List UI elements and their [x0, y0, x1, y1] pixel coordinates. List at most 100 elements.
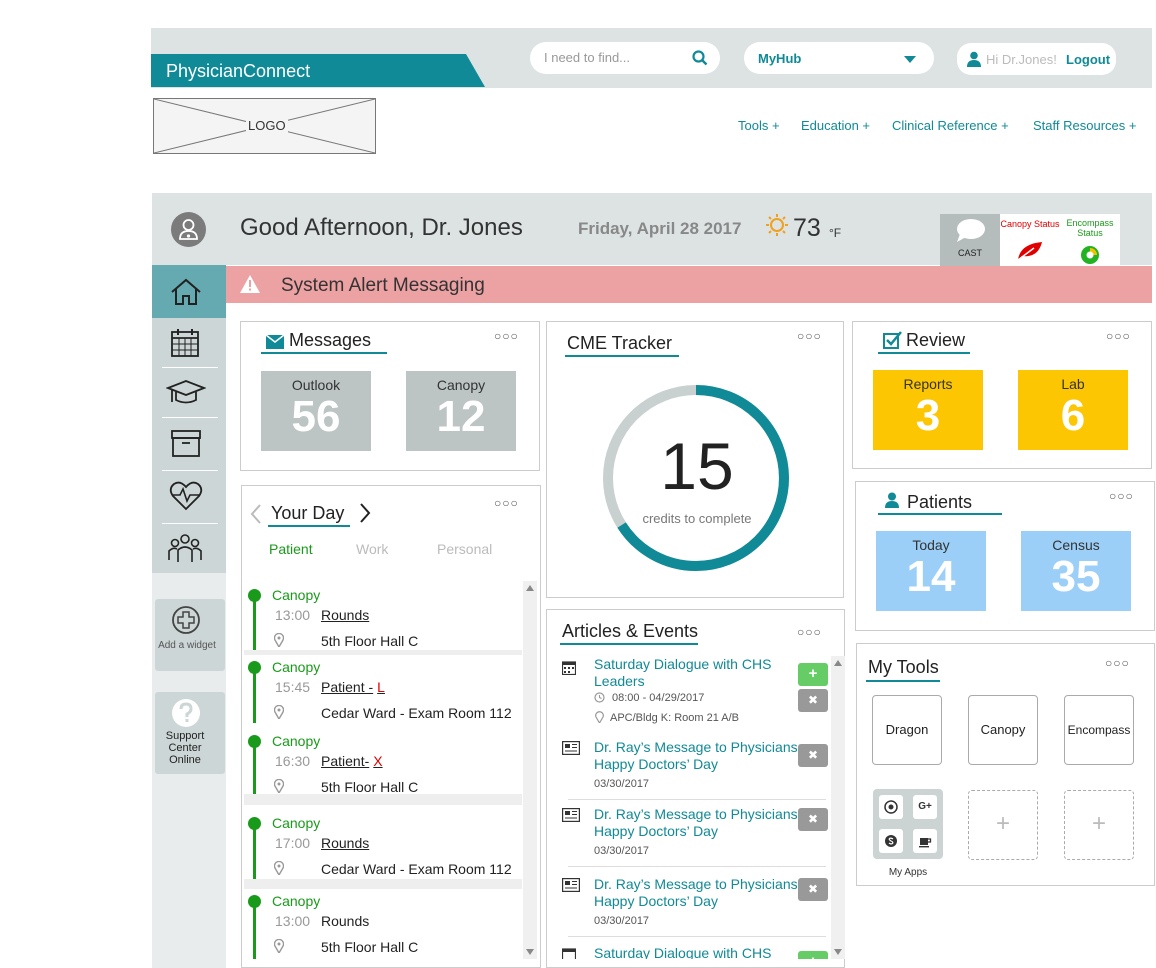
- nav-tools[interactable]: Tools +: [738, 118, 780, 133]
- chevron-left-icon[interactable]: [249, 503, 263, 525]
- calendar-icon: [171, 329, 199, 357]
- canopy-messages-tile[interactable]: Canopy 12: [406, 371, 516, 451]
- tools-menu-icon[interactable]: ○○○: [1105, 656, 1140, 670]
- list-item[interactable]: Canopy 17:00 Rounds Cedar Ward - Exam Ro…: [244, 811, 522, 889]
- envelope-icon: [266, 335, 284, 349]
- your-day-title: Your Day: [271, 503, 345, 523]
- chevron-down-icon[interactable]: [904, 56, 916, 63]
- scroll-up-icon[interactable]: [526, 585, 534, 591]
- sidebar-item-archive[interactable]: [152, 418, 226, 470]
- tool-dragon[interactable]: Dragon: [872, 695, 942, 765]
- tab-work[interactable]: Work: [356, 541, 388, 557]
- your-day-menu-icon[interactable]: ○○○: [494, 496, 1140, 510]
- list-item[interactable]: Canopy 13:00 Rounds 5th Floor Hall C: [244, 583, 522, 658]
- list-item[interactable]: Canopy 16:30 Patient- X 5th Floor Hall C: [244, 729, 522, 805]
- tool-canopy[interactable]: Canopy: [968, 695, 1038, 765]
- archive-icon: [171, 430, 201, 457]
- remove-button[interactable]: ✖: [798, 744, 828, 767]
- articles-scrollbar[interactable]: [831, 656, 845, 959]
- logout-link[interactable]: Logout: [1066, 52, 1110, 67]
- review-menu-icon[interactable]: ○○○: [1106, 329, 1140, 343]
- google-plus-icon[interactable]: G+: [913, 795, 937, 819]
- add-button[interactable]: +: [798, 663, 828, 686]
- list-item[interactable]: Canopy 15:45 Patient -L Cedar Ward - Exa…: [244, 655, 522, 732]
- avatar[interactable]: [171, 212, 206, 247]
- add-widget-button[interactable]: Add a widget: [155, 599, 225, 671]
- list-item[interactable]: Dr. Ray’s Message to Physicians: Happy D…: [560, 739, 830, 800]
- search-placeholder: I need to find...: [544, 50, 631, 65]
- sidebar-item-education[interactable]: [152, 368, 226, 418]
- add-button[interactable]: +: [798, 951, 828, 959]
- doctor-icon: [179, 219, 198, 240]
- lab-tile[interactable]: Lab 6: [1018, 370, 1128, 450]
- list-item[interactable]: Dr. Ray’s Message to Physicians: Happy D…: [560, 806, 830, 867]
- event-title[interactable]: Patient- X: [321, 753, 383, 769]
- messages-title: Messages: [289, 330, 372, 350]
- article-title[interactable]: Saturday Dialogue with CHS: [594, 945, 804, 959]
- remove-button[interactable]: ✖: [798, 808, 828, 831]
- add-tool-slot[interactable]: +: [968, 790, 1038, 860]
- search-icon[interactable]: [692, 50, 708, 66]
- event-title[interactable]: Rounds: [321, 835, 369, 851]
- nav-clinical-reference[interactable]: Clinical Reference +: [892, 118, 1009, 133]
- support-center-button[interactable]: Support Center Online: [155, 692, 225, 774]
- skype-icon: [885, 835, 897, 847]
- article-title[interactable]: Dr. Ray’s Message to Physicians: Happy D…: [594, 739, 804, 773]
- search-input[interactable]: I need to find...: [530, 42, 720, 74]
- add-tool-slot[interactable]: +: [1064, 790, 1134, 860]
- add-widget-label: Add a widget: [158, 640, 216, 651]
- articles-menu-icon[interactable]: ○○○: [797, 625, 1140, 639]
- remove-button[interactable]: ✖: [798, 878, 828, 901]
- remove-button[interactable]: ✖: [798, 689, 828, 712]
- coffee-app[interactable]: [913, 829, 937, 853]
- list-item[interactable]: Canopy 13:00 Rounds 5th Floor Hall C: [244, 889, 522, 959]
- sidebar-item-health[interactable]: [152, 471, 226, 523]
- list-item[interactable]: Saturday Dialogue with CHS Leaders 08:00…: [560, 656, 830, 728]
- event-title[interactable]: Patient -L: [321, 679, 385, 695]
- sidebar-item-calendar[interactable]: [152, 318, 226, 368]
- list-item[interactable]: Saturday Dialogue with CHS +: [560, 945, 830, 959]
- hub-selected-value: MyHub: [758, 51, 802, 66]
- scroll-down-icon[interactable]: [834, 949, 842, 955]
- article-title[interactable]: Dr. Ray’s Message to Physicians: Happy D…: [594, 806, 804, 840]
- title-underline: [878, 352, 970, 354]
- article-title[interactable]: Dr. Ray’s Message to Physicians: Happy D…: [594, 876, 804, 910]
- canopy-status[interactable]: Canopy Status: [1000, 214, 1060, 266]
- sidebar-item-home[interactable]: [152, 265, 226, 318]
- census-tile[interactable]: Census 35: [1021, 531, 1131, 611]
- user-box: Hi Dr.Jones! Logout: [957, 43, 1116, 75]
- tab-patient[interactable]: Patient: [269, 541, 313, 557]
- tab-personal[interactable]: Personal: [437, 541, 492, 557]
- logo[interactable]: LOGO: [153, 98, 376, 154]
- encompass-status[interactable]: Encompass Status: [1060, 214, 1120, 266]
- event-title[interactable]: Rounds: [321, 913, 369, 929]
- chrome-app[interactable]: [879, 795, 903, 819]
- cast-button[interactable]: CAST: [940, 214, 1000, 266]
- tile-label: Today: [912, 537, 950, 553]
- event-title-text: Patient -: [321, 679, 374, 695]
- outlook-tile[interactable]: Outlook 56: [261, 371, 371, 451]
- articles-title: Articles & Events: [562, 621, 699, 641]
- reports-tile[interactable]: Reports 3: [873, 370, 983, 450]
- nav-education[interactable]: Education +: [801, 118, 870, 133]
- event-title[interactable]: Rounds: [321, 607, 369, 623]
- your-day-scrollbar[interactable]: [523, 581, 537, 959]
- nav-staff-resources[interactable]: Staff Resources +: [1033, 118, 1136, 133]
- tool-encompass[interactable]: Encompass: [1064, 695, 1134, 765]
- scroll-up-icon[interactable]: [834, 660, 842, 666]
- today-tile[interactable]: Today 14: [876, 531, 986, 611]
- skype-app[interactable]: [879, 829, 903, 853]
- tile-label: Reports: [903, 376, 953, 392]
- divider: [568, 936, 826, 937]
- scroll-down-icon[interactable]: [526, 949, 534, 955]
- my-apps-button[interactable]: G+: [873, 789, 943, 859]
- hub-select[interactable]: MyHub: [744, 42, 934, 74]
- event-time: 15:45: [275, 679, 311, 695]
- chevron-right-icon[interactable]: [358, 502, 372, 524]
- checkbox-icon: [883, 331, 902, 349]
- cme-caption: credits to complete: [642, 511, 752, 526]
- list-item[interactable]: Dr. Ray’s Message to Physicians: Happy D…: [560, 876, 830, 937]
- calendar-icon: [562, 948, 576, 959]
- sidebar-item-group[interactable]: [152, 524, 226, 572]
- article-title[interactable]: Saturday Dialogue with CHS Leaders: [594, 656, 804, 690]
